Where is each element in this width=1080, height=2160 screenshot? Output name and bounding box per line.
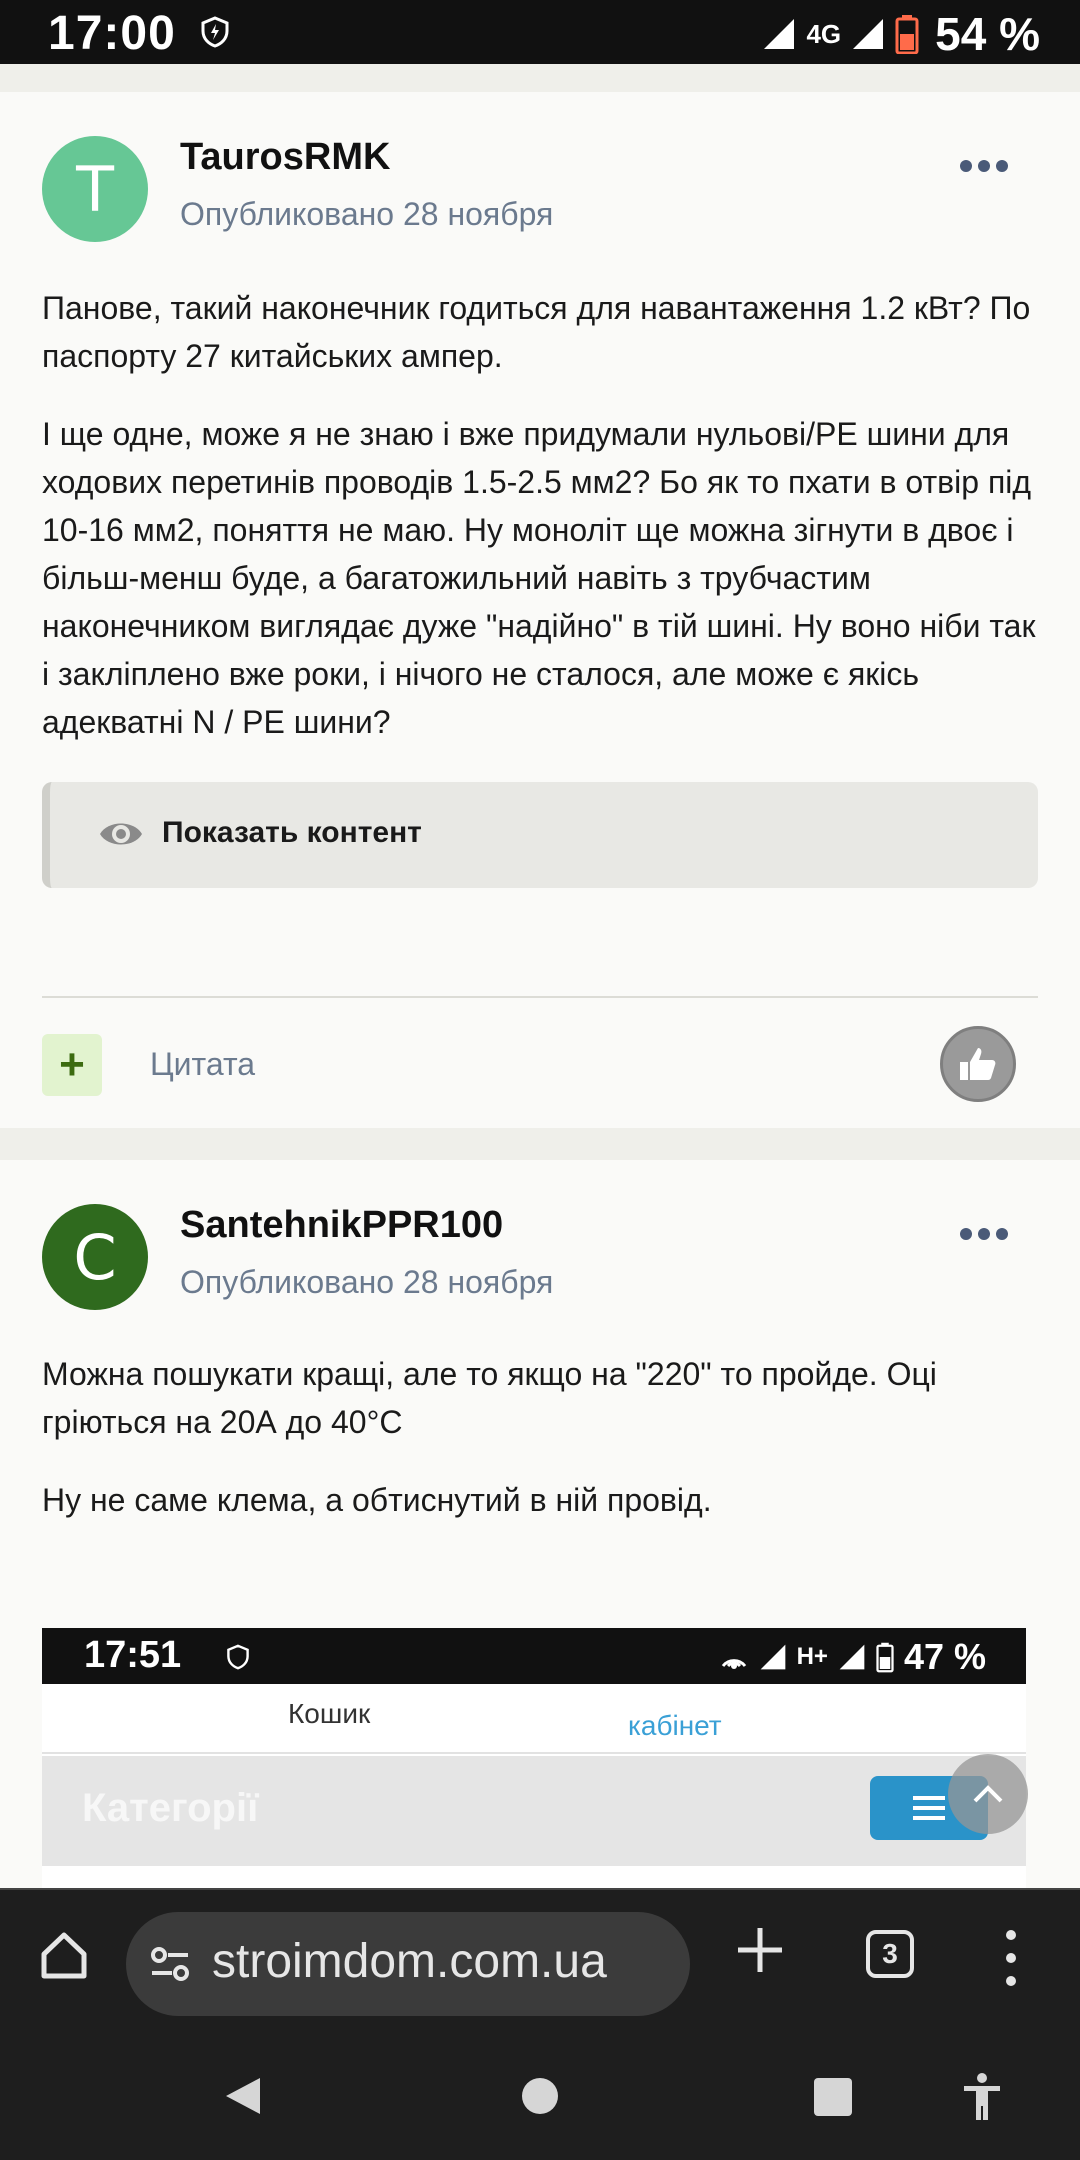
- shield-icon: [201, 16, 229, 48]
- image-category-label: Категорії: [82, 1786, 259, 1830]
- spoiler-label: Показать контент: [162, 816, 422, 849]
- add-reputation-button[interactable]: +: [42, 1034, 102, 1096]
- image-tabs: Кошик кабінет: [42, 1684, 1026, 1754]
- image-tab-cabinet: кабінет: [628, 1710, 722, 1741]
- post-body: Панове, такий наконечник годиться для на…: [42, 284, 1042, 776]
- divider: [42, 996, 1038, 998]
- status-time: 17:00: [48, 7, 176, 60]
- site-settings-icon[interactable]: [148, 1944, 192, 1984]
- signal-icon: [760, 1644, 785, 1670]
- image-battery: 47 %: [903, 1636, 986, 1677]
- battery-percent: 54 %: [935, 8, 1040, 60]
- post-paragraph: Ну не саме клема, а обтиснутий в ній про…: [42, 1482, 712, 1518]
- post-date: Опубликовано 28 ноября: [180, 196, 554, 232]
- signal-icon: [764, 19, 795, 49]
- post-author[interactable]: TaurosRMK: [180, 136, 390, 179]
- home-button[interactable]: [522, 2078, 558, 2114]
- image-network: H+: [796, 1643, 828, 1670]
- quote-link[interactable]: Цитата: [150, 1046, 255, 1083]
- system-navigation-bar: [0, 2032, 1080, 2160]
- page-content[interactable]: T TaurosRMK Опубликовано 28 ноября Панов…: [0, 64, 1080, 1888]
- browser-toolbar: stroimdom.com.ua 3: [0, 1888, 1080, 2032]
- recent-apps-button[interactable]: [814, 2078, 852, 2116]
- more-menu-icon[interactable]: [1004, 1930, 1018, 1986]
- tab-switcher-button[interactable]: 3: [866, 1930, 914, 1978]
- image-tab-cart: Кошик: [288, 1698, 371, 1729]
- more-options-icon[interactable]: [960, 1224, 1010, 1244]
- address-bar[interactable]: stroimdom.com.ua: [126, 1912, 690, 2016]
- like-button[interactable]: [940, 1026, 1016, 1102]
- post-paragraph: Панове, такий наконечник годиться для на…: [42, 290, 1031, 374]
- post-paragraph: І ще одне, може я не знаю і вже придумал…: [42, 416, 1036, 740]
- post-paragraph: Можна пошукати кращі, але то якщо на "22…: [42, 1356, 937, 1440]
- post-body: Можна пошукати кращі, але то якщо на "22…: [42, 1350, 1042, 1554]
- chevron-up-icon: [973, 1785, 1003, 1803]
- scroll-to-top-button[interactable]: [948, 1754, 1028, 1834]
- show-content-spoiler[interactable]: Показать контент: [42, 782, 1038, 888]
- network-type: 4G: [806, 18, 842, 49]
- battery-icon: [876, 1642, 894, 1673]
- thumbs-up-icon: [960, 1048, 996, 1080]
- url-text[interactable]: stroimdom.com.ua: [212, 1934, 607, 1989]
- post-author[interactable]: SantehnikPPR100: [180, 1204, 503, 1247]
- eye-icon: [100, 823, 142, 845]
- signal-icon-2: [853, 19, 884, 49]
- new-tab-icon[interactable]: [734, 1924, 786, 1976]
- battery-icon: [895, 15, 919, 54]
- image-status-indicators: H+ 47 %: [719, 1636, 986, 1678]
- more-options-icon[interactable]: [960, 156, 1010, 176]
- avatar[interactable]: T: [42, 136, 148, 242]
- shield-icon: [227, 1644, 249, 1670]
- image-time: 17:51: [84, 1634, 182, 1676]
- avatar[interactable]: C: [42, 1204, 148, 1310]
- image-category-bar: Категорії: [42, 1756, 1026, 1866]
- image-status-bar: 17:51 H+ 47 %: [42, 1628, 1026, 1684]
- accessibility-icon[interactable]: [960, 2072, 1004, 2122]
- post-date: Опубликовано 28 ноября: [180, 1264, 554, 1300]
- status-bar: 17:00 4G 54 %: [0, 0, 1080, 64]
- hotspot-icon: [721, 1659, 746, 1669]
- forum-post: T TaurosRMK Опубликовано 28 ноября Панов…: [0, 92, 1080, 1128]
- home-icon[interactable]: [38, 1930, 90, 1980]
- back-icon[interactable]: [220, 2074, 264, 2118]
- status-indicators: 4G 54 %: [762, 6, 1040, 62]
- attached-image[interactable]: 17:51 H+ 47 % Кошик кабінет Категорії: [42, 1628, 1026, 1888]
- signal-icon-2: [839, 1644, 865, 1670]
